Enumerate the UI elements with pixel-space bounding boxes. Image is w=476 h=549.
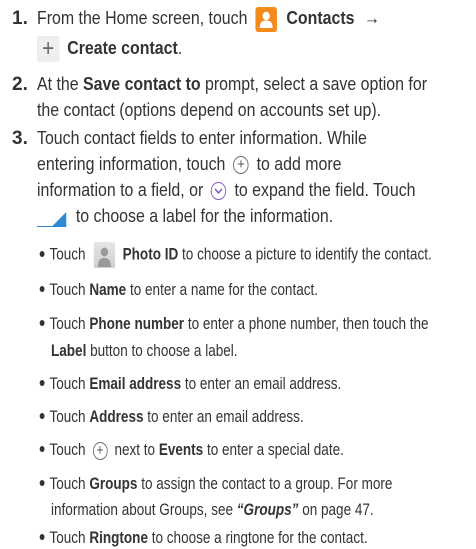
email-address-label: Email address (89, 375, 182, 393)
arrow-icon: → (364, 7, 380, 28)
bullet-text: information about Groups, see (51, 501, 234, 519)
label-button-label: Label (51, 342, 87, 360)
step-number: 2. (12, 74, 28, 95)
bullet-text: to choose a ringtone for the contact. (151, 529, 368, 547)
plus-icon: + (37, 36, 60, 63)
step-1-line-1: From the Home screen, touch Contacts → (37, 6, 380, 32)
bullet-dot (39, 413, 45, 420)
bullet-dot (39, 380, 45, 387)
contacts-app-icon (255, 6, 277, 32)
step-text: information to a field, or (37, 179, 204, 200)
bullet-dot (39, 480, 45, 487)
bullet-text: Touch (49, 315, 86, 333)
bullet-dot (39, 320, 45, 327)
contacts-label: Contacts (286, 7, 355, 28)
bullet-groups-line-2: information about Groups, see “Groups” o… (51, 499, 374, 521)
step-text: From the Home screen, touch (37, 7, 248, 28)
circle-chevron-down-icon (211, 182, 227, 201)
step-number: 1. (12, 8, 28, 29)
bullet-phone-number: Touch Phone number to enter a phone numb… (38, 313, 429, 335)
label-selector-icon (37, 209, 68, 228)
bullet-text: on page 47. (302, 501, 374, 519)
bullet-phone-number-line-2: Label button to choose a label. (51, 340, 238, 362)
bullet-text: Touch (49, 441, 86, 459)
step-2-line-2: the contact (options depend on accounts … (37, 99, 382, 120)
bullet-text: to assign the contact to a group. For mo… (141, 475, 393, 493)
step-3-line-2: entering information, touch + to add mor… (37, 152, 341, 176)
bullet-text: to enter a special date. (206, 441, 344, 459)
photo-id-label: Photo ID (122, 245, 179, 264)
bullet-text: to choose a picture to identify the cont… (182, 245, 432, 264)
groups-label: Groups (89, 475, 138, 493)
photo-id-icon (93, 242, 115, 268)
groups-link[interactable]: “Groups” (237, 501, 299, 519)
circle-plus-icon: + (233, 156, 249, 175)
step-number: 3. (12, 128, 28, 149)
step-text: to choose a label for the information. (75, 205, 334, 226)
address-label: Address (89, 408, 144, 426)
step-text: to add more (256, 153, 342, 174)
step-3-line-4: to choose a label for the information. (37, 204, 333, 228)
step-text: to expand the field. Touch (234, 179, 416, 200)
create-contact-label: Create contact (67, 37, 178, 58)
bullet-text: to enter a name for the contact. (129, 281, 319, 299)
bullet-text: next to (114, 441, 156, 459)
bullet-groups: Touch Groups to assign the contact to a … (38, 473, 392, 495)
bullet-text: to enter an email address. (184, 375, 342, 393)
step-2-line-1: At the Save contact to prompt, select a … (37, 72, 427, 96)
bullet-events: Touch + next to Events to enter a specia… (38, 439, 344, 461)
instructions-page: 1. From the Home screen, touch Contacts … (0, 0, 476, 548)
bullet-text: Touch (49, 281, 86, 299)
step-text: entering information, touch (37, 153, 226, 174)
ringtone-label: Ringtone (89, 529, 148, 547)
step-text: At the (37, 73, 79, 94)
save-contact-to-label: Save contact to (82, 73, 201, 94)
bullet-dot (39, 250, 45, 257)
bullet-text: button to choose a label. (90, 342, 238, 360)
bullet-text: Touch (49, 475, 86, 493)
bullet-text: Touch (49, 529, 86, 547)
bullet-dot (39, 534, 45, 541)
name-label: Name (89, 281, 127, 299)
bullet-text: to enter a phone number, then touch the (187, 315, 429, 333)
bullet-text: Touch (49, 408, 86, 426)
phone-number-label: Phone number (89, 315, 185, 333)
bullet-ringtone: Touch Ringtone to choose a ringtone for … (38, 527, 368, 549)
events-label: Events (158, 441, 204, 459)
punctuation: . (177, 37, 183, 58)
bullet-photo-id: Touch Photo ID to choose a picture to id… (38, 242, 432, 268)
bullet-name: Touch Name to enter a name for the conta… (38, 279, 318, 301)
bullet-dot (39, 446, 45, 453)
step-3-line-1: Touch contact fields to enter informatio… (37, 127, 367, 148)
bullet-text: Touch (49, 245, 86, 264)
step-text: prompt, select a save option for (205, 73, 427, 94)
bullet-text: Touch (49, 375, 86, 393)
bullet-address: Touch Address to enter an email address. (38, 406, 304, 428)
bullet-text: to enter an email address. (147, 408, 304, 426)
circle-plus-icon: + (92, 441, 108, 460)
step-3-line-3: information to a field, or to expand the… (37, 178, 416, 202)
bullet-email: Touch Email address to enter an email ad… (38, 373, 341, 395)
bullet-dot (39, 286, 45, 293)
step-1-line-2: + Create contact. (37, 36, 183, 63)
